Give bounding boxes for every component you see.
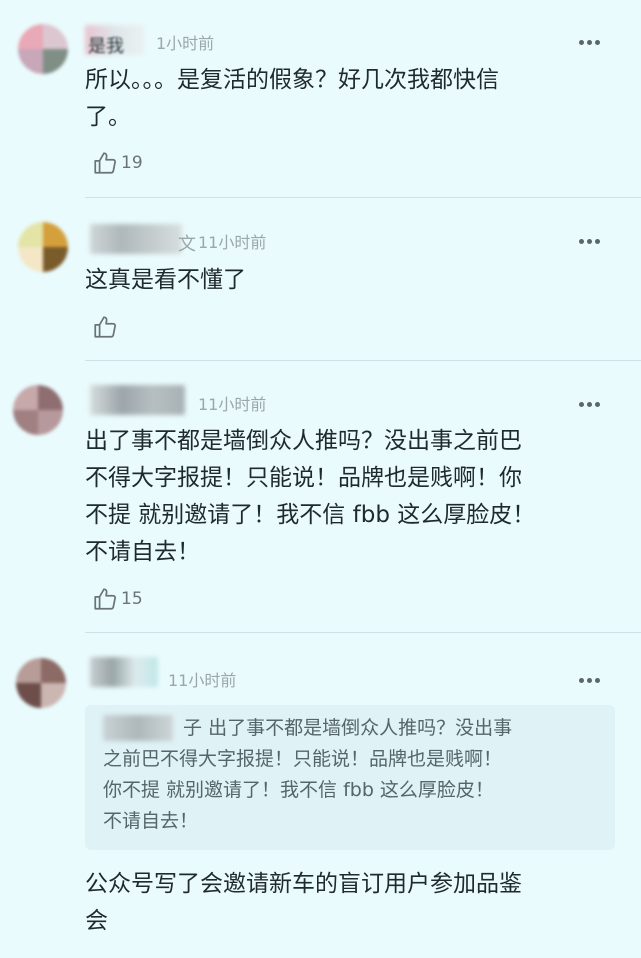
quoted-username-tail: 子: [183, 717, 203, 739]
quoted-reply[interactable]: 子 出了事不都是墙倒众人推吗？没出事 之前巴不得大字报提！只能说！品牌也是贱啊！…: [85, 705, 615, 850]
divider: [85, 632, 641, 633]
avatar[interactable]: [16, 658, 66, 708]
username-blurred[interactable]: [90, 224, 182, 254]
comment-time: 11小时前: [198, 233, 267, 252]
comment-text: 这真是看不懂了: [85, 267, 246, 293]
divider: [85, 360, 641, 361]
username-tail[interactable]: 是我: [88, 32, 124, 58]
comment-text: 出了事不都是墙倒众人推吗？没出事之前巴 不得大字报提！只能说！品牌也是贱啊！你 …: [85, 428, 536, 565]
comment-text: 所以。。。是复活的假象？好几次我都快信 了。: [85, 67, 499, 130]
like-count: 15: [121, 589, 143, 609]
more-dots-icon[interactable]: [579, 397, 603, 407]
thumb-up-icon: [94, 588, 116, 610]
like-button[interactable]: 19: [92, 150, 143, 176]
avatar[interactable]: [18, 222, 68, 272]
comment-time: 11小时前: [198, 395, 267, 414]
divider: [85, 197, 641, 198]
like-button[interactable]: 15: [92, 586, 143, 612]
comment-time: 11小时前: [168, 671, 237, 690]
username-blurred[interactable]: [90, 657, 158, 687]
username-blurred[interactable]: [90, 385, 185, 415]
comment-text: 公众号写了会邀请新车的盲订用户参加品鉴 会: [85, 871, 522, 934]
more-dots-icon[interactable]: [579, 234, 603, 244]
like-button[interactable]: [92, 314, 121, 340]
thumb-up-icon: [94, 316, 116, 338]
quoted-text: 出了事不都是墙倒众人推吗？没出事 之前巴不得大字报提！只能说！品牌也是贱啊！ 你…: [103, 717, 513, 832]
quoted-text-block: 子 出了事不都是墙倒众人推吗？没出事 之前巴不得大字报提！只能说！品牌也是贱啊！…: [103, 713, 603, 837]
thumb-up-icon: [94, 152, 116, 174]
like-count: 19: [121, 153, 143, 173]
avatar[interactable]: [18, 24, 68, 74]
avatar[interactable]: [13, 385, 63, 435]
username-tail[interactable]: 文: [178, 230, 196, 256]
comment-time: 1小时前: [156, 34, 215, 53]
more-dots-icon[interactable]: [579, 673, 603, 683]
more-dots-icon[interactable]: [579, 35, 603, 45]
